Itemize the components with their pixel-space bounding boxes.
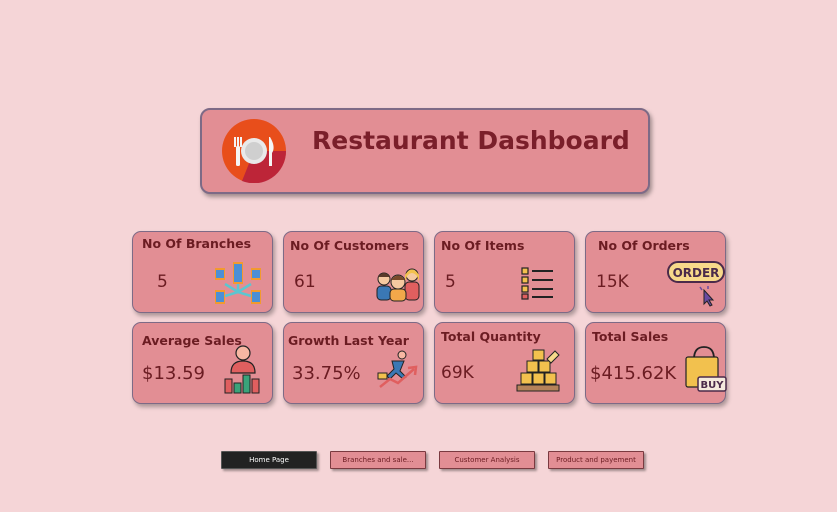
card-value: $13.59	[142, 363, 205, 384]
list-icon	[521, 267, 553, 300]
card-total-sales: Total Sales $415.62K BUY	[585, 322, 727, 404]
nav-button-customer-analysis[interactable]: Customer Analysis	[439, 451, 535, 469]
card-value: 69K	[441, 363, 474, 383]
buildings-network-icon	[215, 262, 261, 304]
card-value: 5	[445, 272, 456, 292]
card-no-of-items: No Of Items 5	[434, 231, 575, 313]
card-label: Total Quantity	[441, 329, 541, 344]
person-bar-chart-icon	[224, 345, 260, 394]
card-label: No Of Branches	[142, 236, 252, 251]
card-total-quantity: Total Quantity 69K	[434, 322, 575, 404]
card-average-sales: Average Sales $13.59	[132, 322, 273, 404]
card-value: 15K	[596, 272, 629, 292]
people-group-icon	[376, 268, 420, 302]
order-click-icon: ORDER	[667, 261, 725, 307]
nav-button-home-page[interactable]: Home Page	[221, 451, 317, 469]
plate-cutlery-icon	[222, 119, 286, 183]
page-title: Restaurant Dashboard	[312, 126, 630, 155]
card-no-of-branches: No Of Branches 5	[132, 231, 273, 313]
boxes-pallet-icon	[516, 349, 560, 392]
card-no-of-orders: No Of Orders 15K ORDER	[585, 231, 726, 313]
card-value: 5	[157, 272, 168, 292]
card-value: 33.75%	[292, 363, 361, 384]
card-label: No Of Customers	[290, 238, 410, 253]
nav-button-product-and-payment[interactable]: Product and payement	[548, 451, 644, 469]
card-value: 61	[294, 272, 316, 292]
order-icon-text: ORDER	[673, 266, 720, 280]
shopping-bag-icon: BUY	[685, 346, 727, 392]
card-no-of-customers: No Of Customers 61	[283, 231, 424, 313]
card-label: No Of Items	[441, 238, 525, 253]
growth-runner-icon	[377, 350, 418, 388]
card-label: Growth Last Year	[288, 333, 409, 348]
card-label: No Of Orders	[598, 238, 690, 253]
dashboard-header: Restaurant Dashboard	[200, 108, 650, 194]
card-growth-last-year: Growth Last Year 33.75%	[283, 322, 424, 404]
nav-button-branches-and-sales[interactable]: Branches and sale...	[330, 451, 426, 469]
card-value: $415.62K	[590, 363, 677, 384]
card-label: Total Sales	[592, 329, 669, 344]
buy-icon-text: BUY	[701, 380, 725, 391]
